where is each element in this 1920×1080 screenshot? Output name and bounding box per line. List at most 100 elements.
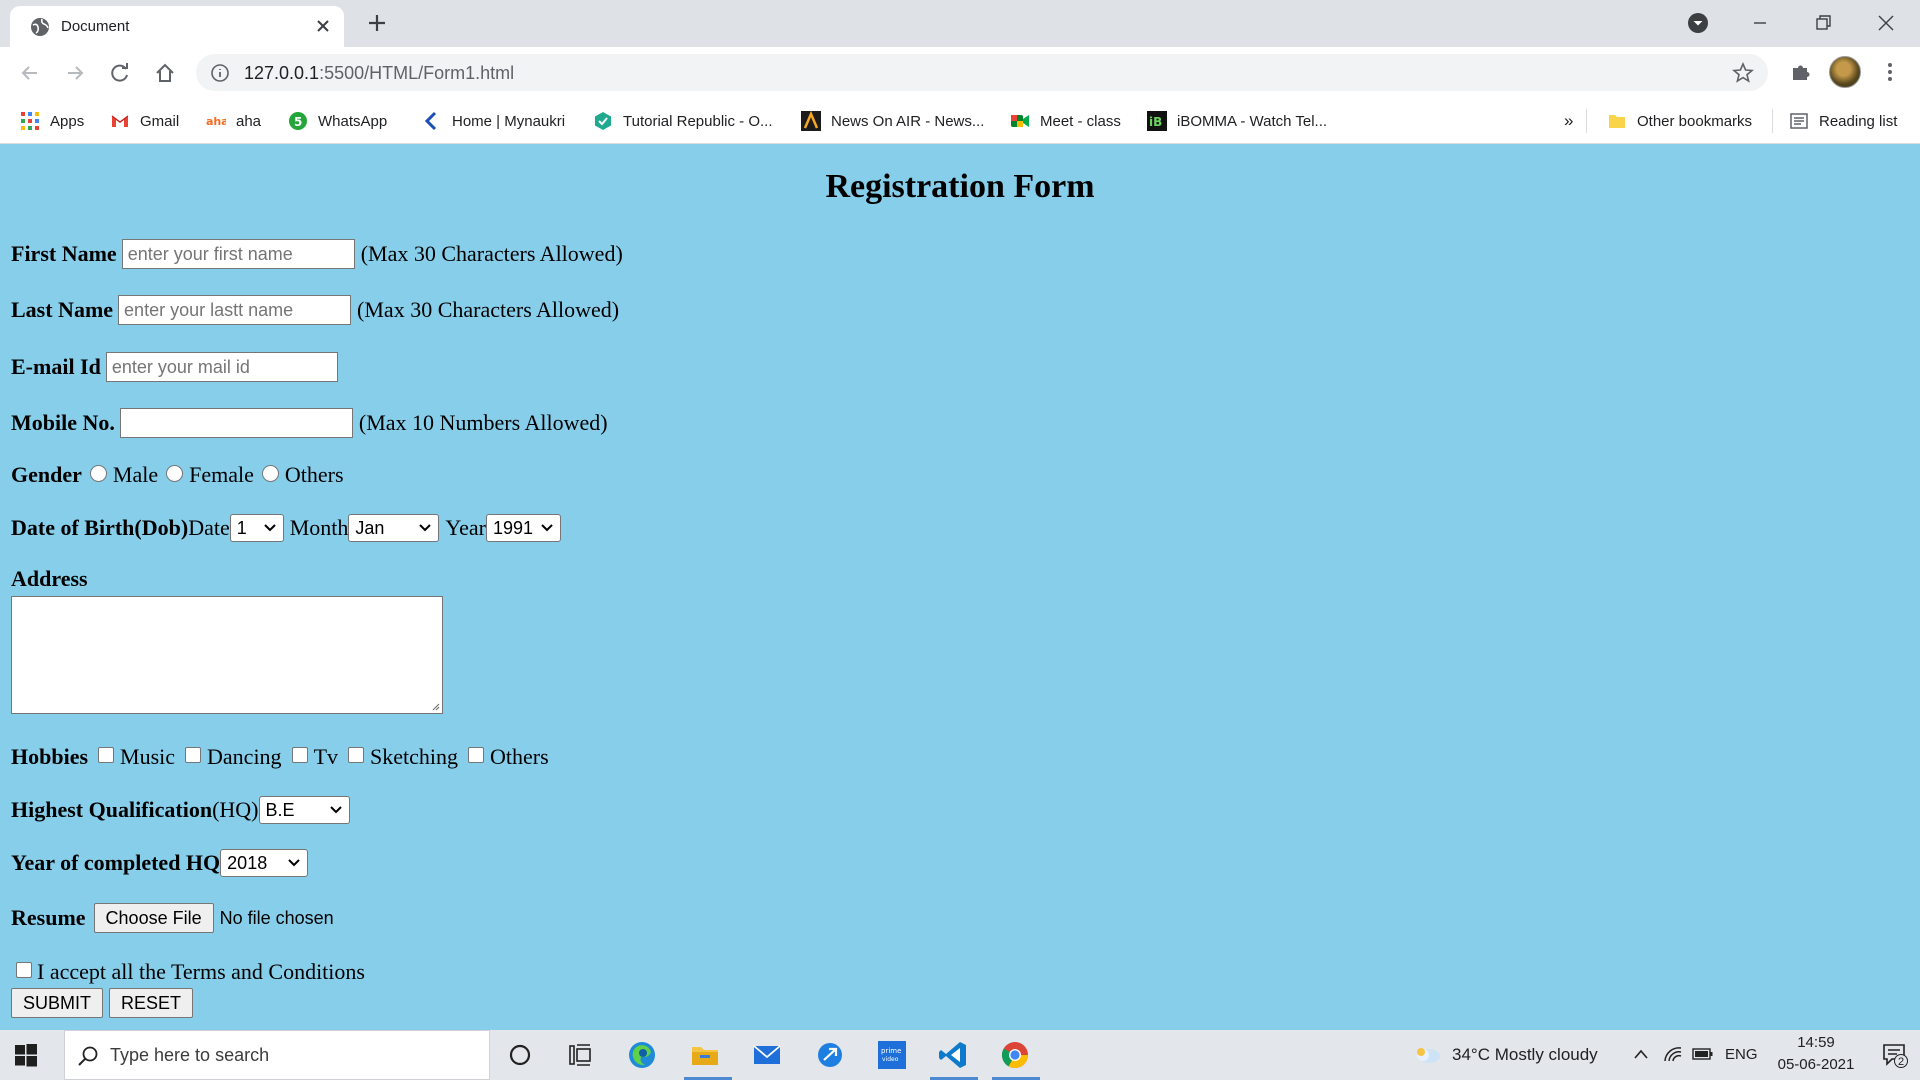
last-name-row: Last Name (Max 30 Characters Allowed) bbox=[11, 295, 619, 325]
choose-file-button[interactable]: Choose File bbox=[93, 903, 214, 933]
weather-text[interactable]: 34°C Mostly cloudy bbox=[1452, 1045, 1598, 1065]
first-name-input[interactable] bbox=[121, 239, 355, 269]
site-info-icon[interactable] bbox=[210, 63, 230, 83]
close-tab-icon[interactable] bbox=[314, 17, 332, 35]
minimize-icon[interactable] bbox=[1747, 10, 1773, 36]
hobby-option-label: Sketching bbox=[370, 744, 459, 769]
submit-button[interactable]: SUBMIT bbox=[11, 988, 104, 1018]
bookmark-label: WhatsApp bbox=[318, 112, 388, 130]
bookmark-tutorial-republic[interactable]: Tutorial Republic - O... bbox=[593, 109, 773, 133]
vscode-icon[interactable] bbox=[938, 1040, 968, 1070]
qualification-select[interactable]: B.E bbox=[258, 796, 350, 824]
gender-option-label: Female bbox=[189, 462, 254, 487]
last-name-input[interactable] bbox=[118, 295, 352, 325]
new-tab-icon[interactable] bbox=[366, 12, 388, 34]
hobby-tv-checkbox[interactable] bbox=[291, 747, 308, 763]
extensions-icon[interactable] bbox=[1788, 59, 1814, 85]
mynaukri-icon bbox=[424, 111, 437, 131]
bookmark-news-on-air[interactable]: News On AIR - News... bbox=[801, 109, 984, 133]
chevron-down-icon bbox=[264, 524, 276, 532]
hobby-option-label: Tv bbox=[313, 744, 339, 769]
email-input[interactable] bbox=[105, 352, 338, 382]
first-name-label: First Name bbox=[11, 241, 117, 266]
clock-time[interactable]: 14:59 bbox=[1770, 1034, 1862, 1051]
email-row: E-mail Id bbox=[11, 352, 338, 382]
taskbar-search-box[interactable]: Type here to search bbox=[64, 1030, 490, 1080]
reset-button[interactable]: RESET bbox=[109, 988, 194, 1018]
dob-year-value: 1991 bbox=[492, 517, 534, 538]
bookmark-gmail[interactable]: Gmail bbox=[110, 109, 179, 133]
home-icon[interactable] bbox=[152, 60, 178, 86]
gender-others-radio[interactable] bbox=[261, 464, 279, 482]
last-name-hint: (Max 30 Characters Allowed) bbox=[357, 297, 620, 322]
qualification-suffix: (HQ) bbox=[212, 797, 259, 822]
bookmark-label: News On AIR - News... bbox=[831, 112, 985, 130]
dob-month-value: Jan bbox=[355, 517, 385, 538]
edge-browser-icon[interactable] bbox=[627, 1040, 657, 1070]
resume-label: Resume bbox=[11, 905, 86, 930]
hobby-dancing-checkbox[interactable] bbox=[185, 747, 202, 763]
bookmark-ibomma[interactable]: iB iBOMMA - Watch Tel... bbox=[1147, 109, 1327, 133]
news-on-air-icon bbox=[801, 111, 821, 131]
bookmarks-overflow-button[interactable]: » bbox=[1564, 109, 1573, 133]
bookmark-meet[interactable]: Meet - class bbox=[1010, 109, 1121, 133]
dob-date-label: Date bbox=[188, 515, 230, 540]
dob-month-select[interactable]: Jan bbox=[348, 514, 440, 542]
file-explorer-icon[interactable] bbox=[690, 1040, 720, 1070]
bookmark-star-icon[interactable] bbox=[1732, 62, 1754, 84]
restore-icon[interactable] bbox=[1810, 10, 1836, 36]
other-bookmarks-button[interactable]: Other bookmarks bbox=[1607, 109, 1752, 133]
bookmark-aha[interactable]: aha aha bbox=[206, 109, 261, 133]
browser-tab[interactable]: Document bbox=[10, 6, 344, 47]
mobile-hint: (Max 10 Numbers Allowed) bbox=[358, 410, 608, 435]
back-icon[interactable] bbox=[17, 60, 43, 86]
clock-date[interactable]: 05-06-2021 bbox=[1770, 1056, 1862, 1073]
hobby-sketching-checkbox[interactable] bbox=[348, 747, 365, 763]
reload-icon[interactable] bbox=[107, 60, 133, 86]
dob-date-select[interactable]: 1 bbox=[229, 514, 284, 542]
bookmark-label: iBOMMA - Watch Tel... bbox=[1177, 112, 1328, 130]
tab-search-icon[interactable] bbox=[1685, 10, 1711, 36]
profile-avatar[interactable] bbox=[1829, 56, 1861, 88]
more-menu-icon[interactable] bbox=[1880, 59, 1900, 85]
gender-female-radio[interactable] bbox=[166, 464, 184, 482]
address-textarea[interactable] bbox=[11, 596, 443, 714]
gender-male-radio[interactable] bbox=[89, 464, 107, 482]
search-icon bbox=[78, 1046, 98, 1066]
bookmark-mynaukri[interactable]: Home | Mynaukri bbox=[422, 109, 565, 133]
bookmark-label: Home | Mynaukri bbox=[452, 112, 566, 130]
forward-icon[interactable] bbox=[62, 60, 88, 86]
dob-year-select[interactable]: 1991 bbox=[485, 514, 561, 542]
weather-cloud-icon[interactable] bbox=[1413, 1043, 1441, 1065]
cortana-icon[interactable] bbox=[505, 1040, 535, 1070]
prime-video-icon[interactable]: primevideo bbox=[877, 1040, 907, 1070]
year-completed-select[interactable]: 2018 bbox=[220, 849, 309, 877]
address-bar[interactable]: 127.0.0.1:5500/HTML/Form1.html bbox=[196, 54, 1768, 91]
resize-grip-icon[interactable] bbox=[430, 701, 440, 711]
reading-list-button[interactable]: Reading list bbox=[1789, 109, 1897, 133]
task-view-icon[interactable] bbox=[565, 1040, 595, 1070]
window-close-icon[interactable] bbox=[1873, 10, 1899, 36]
notification-count-badge: 2 bbox=[1894, 1054, 1908, 1068]
mail-icon[interactable] bbox=[752, 1040, 782, 1070]
chrome-icon[interactable] bbox=[1000, 1040, 1030, 1070]
hobby-others-checkbox[interactable] bbox=[468, 747, 485, 763]
network-wifi-icon[interactable] bbox=[1663, 1045, 1683, 1063]
windows-start-icon[interactable] bbox=[14, 1043, 38, 1067]
dob-date-value: 1 bbox=[236, 517, 247, 538]
bookmark-apps[interactable]: Apps bbox=[20, 109, 84, 133]
terms-checkbox[interactable] bbox=[16, 962, 32, 978]
ibomma-icon: iB bbox=[1147, 111, 1167, 131]
mobile-input[interactable] bbox=[119, 408, 353, 438]
show-hidden-icons-chevron-icon[interactable] bbox=[1633, 1048, 1649, 1060]
email-label: E-mail Id bbox=[11, 354, 101, 379]
language-indicator[interactable]: ENG bbox=[1725, 1046, 1758, 1063]
mobile-row: Mobile No. (Max 10 Numbers Allowed) bbox=[11, 408, 608, 438]
bookmark-whatsapp[interactable]: 5 WhatsApp bbox=[288, 109, 387, 133]
battery-icon[interactable] bbox=[1692, 1047, 1714, 1061]
hobby-music-checkbox[interactable] bbox=[98, 747, 115, 763]
qualification-label: Highest Qualification bbox=[11, 797, 213, 822]
app-icon[interactable] bbox=[815, 1040, 845, 1070]
gender-option-label: Others bbox=[284, 462, 344, 487]
gender-row: Gender Male Female Others bbox=[11, 462, 344, 488]
